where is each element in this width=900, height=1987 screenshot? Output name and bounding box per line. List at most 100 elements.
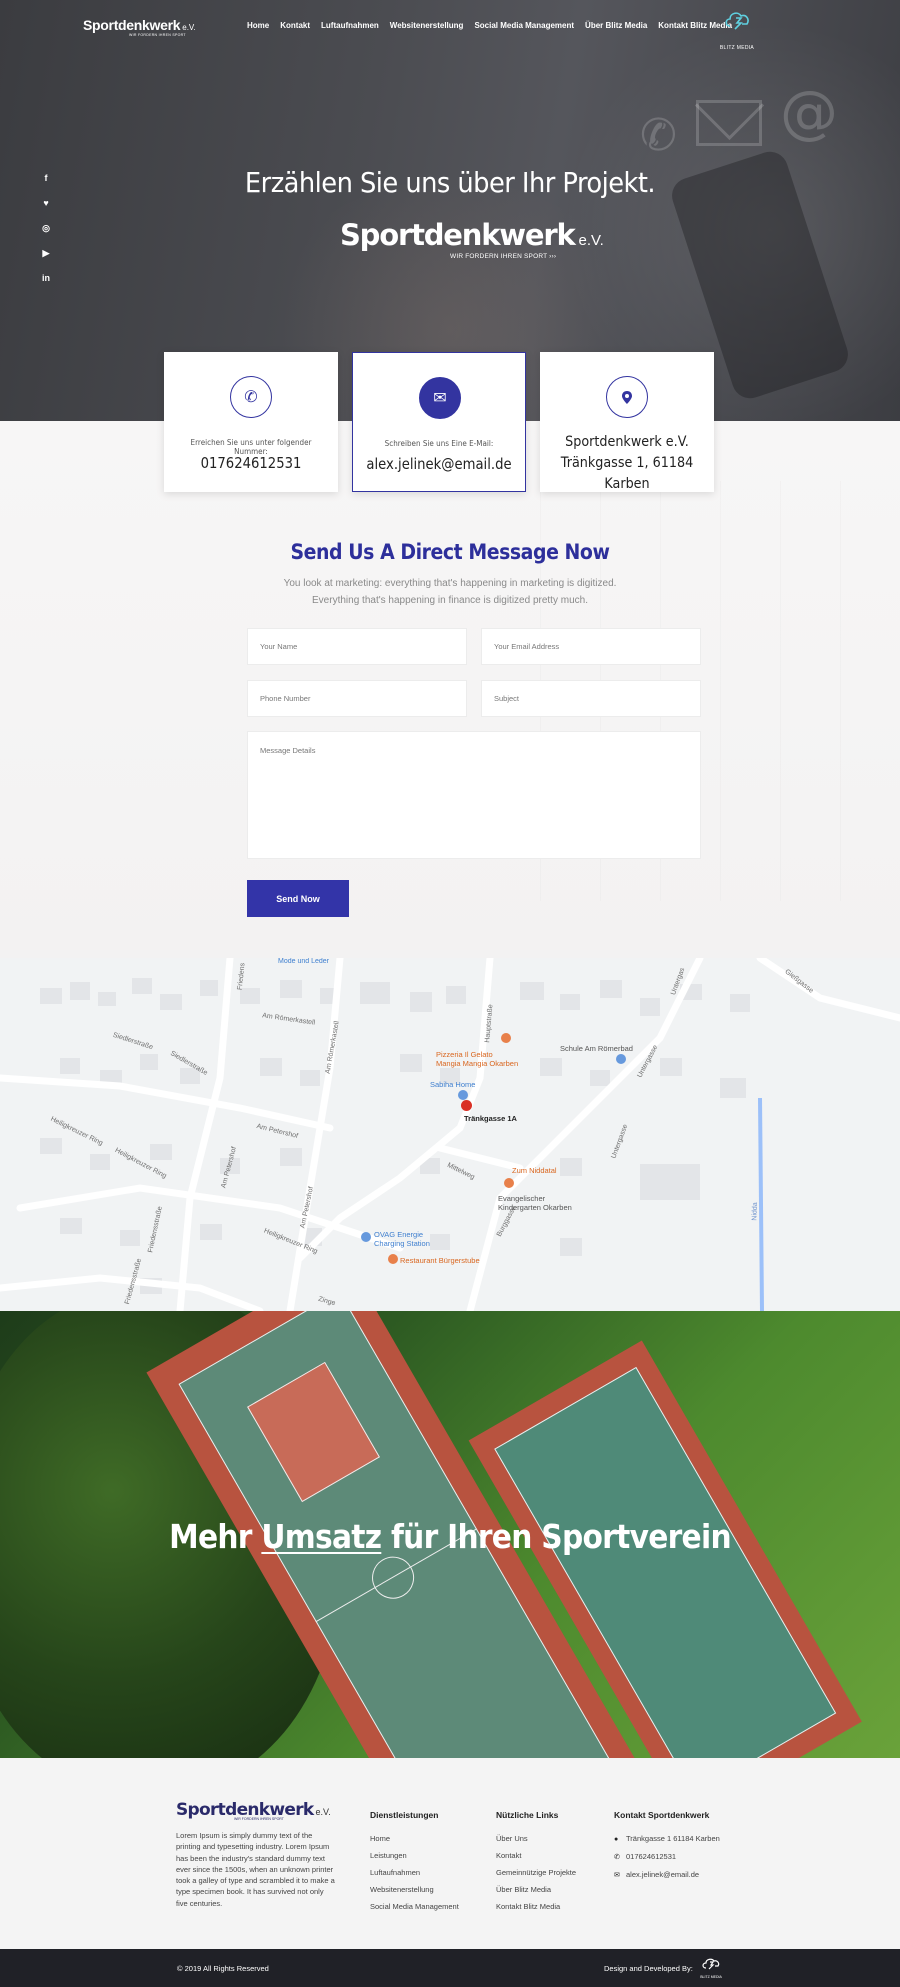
hero-logo-brand: Sportdenkwerk [340, 218, 576, 252]
location-marker-icon[interactable] [461, 1100, 472, 1111]
map-marker-icon[interactable] [504, 1178, 514, 1188]
contact-cards: ✆ Erreichen Sie uns unter folgender Numm… [164, 352, 714, 492]
poi-restaurant[interactable]: Restaurant Bürgerstube [400, 1256, 480, 1265]
copyright-bar: © 2019 All Rights Reserved Design and De… [0, 1949, 900, 1987]
footer-logo[interactable]: Sportdenkwerk e.V. WIR FORDERN IHREN SPOR… [176, 1800, 331, 1821]
youtube-icon[interactable]: ▶ [40, 247, 52, 259]
address-text: Sportdenkwerk e.V. Tränkgasse 1, 61184 K… [550, 432, 703, 495]
footer-link-ueber-uns[interactable]: Über Uns [496, 1830, 576, 1847]
envelope-icon [696, 100, 762, 146]
mail-icon: ✉ [419, 377, 461, 419]
nav-websitenerstellung[interactable]: Websitenerstellung [390, 21, 464, 30]
map-marker-icon[interactable] [501, 1033, 511, 1043]
mail-icon: ✉ [614, 1872, 620, 1879]
footer-address-text: Tränkgasse 1 61184 Karben [626, 1834, 720, 1843]
instagram-icon[interactable]: ◎ [40, 222, 52, 234]
map-marker-icon[interactable] [458, 1090, 468, 1100]
top-navigation: Sportdenkwerk e.V. WIR FORDERN IHREN SPOR… [0, 0, 900, 52]
copyright-text: © 2019 All Rights Reserved [177, 1964, 269, 1973]
map-marker-icon[interactable] [616, 1054, 626, 1064]
address-line-2: Tränkgasse 1, 61184 Karben [560, 455, 694, 492]
subject-input[interactable] [482, 681, 700, 716]
footer-phone[interactable]: ✆ 017624612531 [614, 1848, 720, 1866]
form-subtitle-line-1: You look at marketing: everything that's… [283, 578, 617, 589]
send-now-button[interactable]: Send Now [247, 880, 349, 917]
footer-email-text: alex.jelinek@email.de [626, 1870, 700, 1879]
map-section[interactable]: Mode und Leder Am Römerkastell Friedens … [0, 958, 900, 1311]
location-pin-glyph [622, 390, 632, 404]
footer-link-ueber-blitz-media[interactable]: Über Blitz Media [496, 1881, 576, 1898]
phone-icon: ✆ [230, 376, 272, 418]
main-nav: Home Kontakt Luftaufnahmen Websitenerste… [247, 21, 732, 30]
nav-social-media-management[interactable]: Social Media Management [474, 21, 574, 30]
email-input[interactable] [482, 629, 700, 664]
location-pin-icon [606, 376, 648, 418]
map-label: Nidda [751, 1202, 759, 1221]
footer-link-projekte[interactable]: Gemeinnützige Projekte [496, 1864, 576, 1881]
map-marker-icon[interactable] [388, 1254, 398, 1264]
form-subtitle: You look at marketing: everything that's… [0, 575, 900, 609]
sport-banner: Mehr Umsatz für Ihren Sportverein [0, 1311, 900, 1758]
footer-useful-links: Nützliche Links Über Uns Kontakt Gemeinn… [496, 1810, 576, 1915]
logo-brand: Sportdenkwerk [83, 17, 181, 33]
email-field [481, 628, 701, 665]
poi-target-address[interactable]: Tränkgasse 1A [464, 1114, 517, 1123]
email-address: alex.jelinek@email.de [366, 455, 512, 473]
banner-title-post: für Ihren Sportverein [390, 1517, 732, 1556]
nav-kontakt[interactable]: Kontakt [280, 21, 310, 30]
footer-link-leistungen[interactable]: Leistungen [370, 1847, 459, 1864]
poi-pizzeria[interactable]: Pizzeria Il Gelato Mangia Mangia Okarben [436, 1050, 518, 1068]
phone-card[interactable]: ✆ Erreichen Sie uns unter folgender Numm… [164, 352, 338, 492]
nav-luftaufnahmen[interactable]: Luftaufnahmen [321, 21, 379, 30]
at-sign-icon: @ [780, 78, 838, 146]
poi-sabiha-home[interactable]: Sabiha Home [430, 1080, 475, 1089]
footer-contact: Kontakt Sportdenkwerk ● Tränkgasse 1 6118… [614, 1810, 720, 1884]
address-card[interactable]: Sportdenkwerk e.V. Tränkgasse 1, 61184 K… [540, 352, 714, 492]
cloud-bolt-icon [725, 12, 749, 30]
nav-ueber-blitz-media[interactable]: Über Blitz Media [585, 21, 647, 30]
footer-link-kontakt[interactable]: Kontakt [496, 1847, 576, 1864]
footer-link-luftaufnahmen[interactable]: Luftaufnahmen [370, 1864, 459, 1881]
hero-logo: Sportdenkwerk e.V. WIR FORDERN IHREN SPOR… [340, 218, 604, 260]
address-line-1: Sportdenkwerk e.V. [565, 434, 689, 450]
footer-address: ● Tränkgasse 1 61184 Karben [614, 1830, 720, 1848]
nav-home[interactable]: Home [247, 21, 269, 30]
phone-number: 017624612531 [200, 454, 302, 472]
footer-links-title: Nützliche Links [496, 1810, 559, 1820]
poi-zum-niddatal[interactable]: Zum Niddatal [512, 1166, 557, 1175]
name-field [247, 628, 467, 665]
footer-link-websitenerstellung[interactable]: Websitenerstellung [370, 1881, 459, 1898]
footer-services-title: Dienstleistungen [370, 1810, 439, 1820]
email-card-caption: Schreiben Sie uns Eine E-Mail: [384, 439, 494, 448]
logo-ev: e.V. [182, 23, 196, 32]
developer-logo-label: BLITZ MEDIA [700, 1975, 722, 1979]
email-card[interactable]: ✉ Schreiben Sie uns Eine E-Mail: alex.je… [352, 352, 526, 492]
hero-title: Erzählen Sie uns über Ihr Projekt. [244, 166, 656, 199]
footer-link-home[interactable]: Home [370, 1830, 459, 1847]
footer-contact-title: Kontakt Sportdenkwerk [614, 1810, 710, 1820]
name-input[interactable] [248, 629, 466, 664]
blitz-media-label: BLITZ MEDIA [719, 45, 755, 51]
contact-form-section: Send Us A Direct Message Now You look at… [0, 421, 900, 958]
footer-logo-ev: e.V. [315, 1807, 331, 1817]
footer-about-text: Lorem Ipsum is simply dummy text of the … [176, 1831, 335, 1908]
message-textarea[interactable] [248, 732, 700, 858]
logo-tagline: WIR FORDERN IHREN SPORT [129, 33, 186, 37]
blitz-media-logo[interactable]: BLITZ MEDIA [718, 9, 756, 54]
poi-ovag-charging[interactable]: OVAG Energie Charging Station [374, 1230, 430, 1248]
hero-logo-ev: e.V. [578, 232, 604, 249]
site-logo[interactable]: Sportdenkwerk e.V. WIR FORDERN IHREN SPOR… [83, 17, 196, 37]
footer-link-kontakt-blitz-media[interactable]: Kontakt Blitz Media [496, 1898, 576, 1915]
phone-input[interactable] [248, 681, 466, 716]
message-field [247, 731, 701, 859]
footer-logo-tagline: WIR FORDERN IHREN SPORT [234, 1817, 284, 1821]
linkedin-icon[interactable]: in [40, 272, 52, 284]
poi-school[interactable]: Schule Am Römerbad [560, 1044, 633, 1053]
developer-logo[interactable]: BLITZ MEDIA [700, 1957, 722, 1979]
footer-email[interactable]: ✉ alex.jelinek@email.de [614, 1866, 720, 1884]
footer-link-social-media[interactable]: Social Media Management [370, 1898, 459, 1915]
subject-field [481, 680, 701, 717]
poi-kindergarten[interactable]: Evangelischer Kindergarten Okarben [498, 1194, 572, 1212]
phone-icon: ✆ [640, 110, 677, 161]
map-marker-icon[interactable] [361, 1232, 371, 1242]
